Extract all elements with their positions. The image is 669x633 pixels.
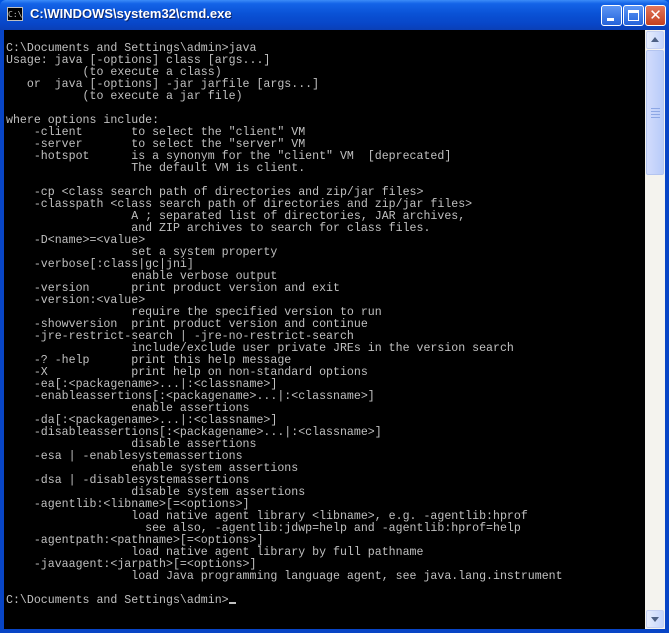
maximize-button[interactable] [623, 5, 644, 26]
text-cursor [228, 602, 236, 604]
grip-line-icon [651, 117, 660, 118]
scroll-thumb[interactable] [646, 50, 664, 175]
minimize-button[interactable] [601, 5, 622, 26]
window-frame-bottom [0, 629, 669, 633]
console-output: C:\Documents and Settings\admin>java Usa… [6, 42, 563, 583]
close-button[interactable]: ✕ [645, 5, 666, 26]
vertical-scrollbar[interactable] [645, 30, 665, 629]
arrow-up-icon [651, 37, 659, 42]
grip-line-icon [651, 114, 660, 115]
title-bar[interactable]: C:\ C:\WINDOWS\system32\cmd.exe ✕ [0, 0, 669, 30]
window-frame-right [665, 30, 669, 633]
arrow-down-icon [651, 617, 659, 622]
close-icon: ✕ [649, 6, 662, 24]
maximize-icon [628, 10, 639, 21]
scroll-down-button[interactable] [646, 610, 664, 628]
window-title: C:\WINDOWS\system32\cmd.exe [30, 6, 232, 21]
console-area[interactable]: C:\Documents and Settings\admin>java Usa… [4, 30, 645, 629]
cmd-icon[interactable]: C:\ [7, 7, 23, 21]
command-prompt: C:\Documents and Settings\admin> [6, 594, 229, 607]
grip-line-icon [651, 111, 660, 112]
scroll-up-button[interactable] [646, 31, 664, 49]
minimize-icon [607, 18, 614, 21]
grip-line-icon [651, 108, 660, 109]
cmd-window: C:\ C:\WINDOWS\system32\cmd.exe ✕ C:\Doc… [0, 0, 669, 633]
console-output-block: C:\Documents and Settings\admin>java Usa… [4, 30, 645, 607]
